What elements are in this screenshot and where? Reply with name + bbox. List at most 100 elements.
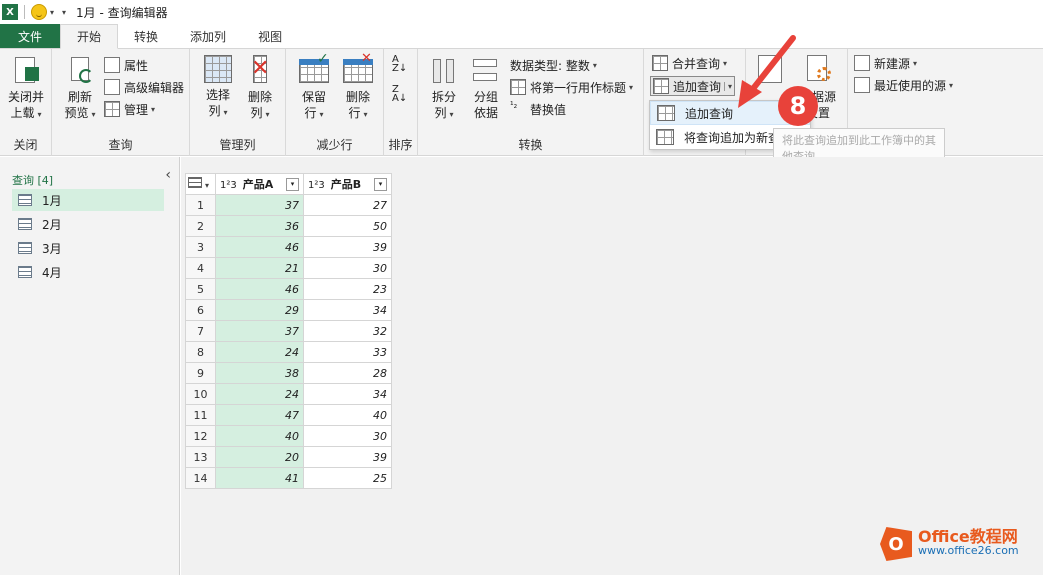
new-source-button[interactable]: 新建源 ▾ [854, 53, 917, 73]
refresh-preview-button[interactable]: 刷新 预览 ▾ [58, 55, 102, 123]
cell-product-a[interactable]: 37 [215, 320, 304, 342]
row-number[interactable]: 4 [185, 257, 216, 279]
cell-product-a[interactable]: 40 [215, 425, 304, 447]
row-number[interactable]: 13 [185, 446, 216, 468]
tab-transform[interactable]: 转换 [118, 24, 174, 48]
row-number[interactable]: 10 [185, 383, 216, 405]
table-row[interactable]: 10 24 34 [185, 383, 392, 405]
query-item-mar[interactable]: 3月 [12, 237, 164, 259]
sort-descending-button[interactable]: Z A↓ [392, 85, 407, 104]
cell-product-a[interactable]: 37 [215, 194, 304, 216]
cell-product-b[interactable]: 27 [303, 194, 392, 216]
table-row[interactable]: 1 37 27 [185, 194, 392, 216]
table-row[interactable]: 13 20 39 [185, 446, 392, 468]
cell-product-b[interactable]: 32 [303, 320, 392, 342]
row-number[interactable]: 9 [185, 362, 216, 384]
smiley-feedback-icon[interactable] [31, 4, 47, 20]
row-number[interactable]: 2 [185, 215, 216, 237]
cell-product-a[interactable]: 24 [215, 383, 304, 405]
feedback-dropdown-icon[interactable]: ▾ [50, 8, 54, 17]
append-queries-button[interactable]: 追加查询 ▾ [650, 76, 736, 96]
cell-product-b[interactable]: 33 [303, 341, 392, 363]
cell-product-a[interactable]: 36 [215, 215, 304, 237]
column-header-product-a[interactable]: 1²3 产品A ▾ [215, 173, 304, 195]
sort-ascending-button[interactable]: A Z↓ [392, 55, 407, 74]
table-menu-button[interactable]: ▾ [185, 173, 216, 195]
cell-product-b[interactable]: 39 [303, 446, 392, 468]
close-load-button[interactable]: 关闭并 上载 ▾ [4, 55, 48, 123]
keep-rows-button[interactable]: ✓ 保留 行 ▾ [292, 51, 336, 123]
append-queries-dropdown-icon[interactable]: ▾ [724, 81, 732, 91]
row-number[interactable]: 14 [185, 467, 216, 489]
row-number[interactable]: 6 [185, 299, 216, 321]
tab-file[interactable]: 文件 [0, 24, 61, 48]
integer-type-icon[interactable]: 1²3 [220, 180, 237, 191]
tab-view[interactable]: 视图 [242, 24, 298, 48]
collapse-panel-icon[interactable]: ‹ [165, 167, 171, 183]
cell-product-b[interactable]: 34 [303, 383, 392, 405]
table-row[interactable]: 6 29 34 [185, 299, 392, 321]
remove-columns-button[interactable]: ✕ 删除 列 ▾ [238, 55, 282, 123]
query-item-jan[interactable]: 1月 [12, 189, 164, 211]
cell-product-b[interactable]: 50 [303, 215, 392, 237]
cell-product-a[interactable]: 46 [215, 278, 304, 300]
filter-dropdown-icon[interactable]: ▾ [286, 177, 299, 191]
table-row[interactable]: 7 37 32 [185, 320, 392, 342]
table-icon [18, 194, 32, 206]
remove-rows-button[interactable]: ✕ 删除 行 ▾ [336, 51, 380, 123]
cell-product-b[interactable]: 40 [303, 404, 392, 426]
properties-button[interactable]: 属性 [104, 55, 148, 75]
cell-product-a[interactable]: 38 [215, 362, 304, 384]
first-row-header-button[interactable]: 将第一行用作标题 ▾ [510, 77, 633, 97]
row-number[interactable]: 8 [185, 341, 216, 363]
row-number[interactable]: 5 [185, 278, 216, 300]
column-header-product-b[interactable]: 1²3 产品B ▾ [303, 173, 392, 195]
integer-type-icon[interactable]: 1²3 [308, 180, 325, 191]
table-row[interactable]: 12 40 30 [185, 425, 392, 447]
cell-product-a[interactable]: 21 [215, 257, 304, 279]
choose-columns-button[interactable]: 选择 列 ▾ [196, 55, 240, 121]
group-by-button[interactable]: 分组 依据 [464, 55, 508, 121]
row-number[interactable]: 12 [185, 425, 216, 447]
query-item-apr[interactable]: 4月 [12, 261, 164, 283]
table-row[interactable]: 9 38 28 [185, 362, 392, 384]
row-number[interactable]: 11 [185, 404, 216, 426]
recent-sources-button[interactable]: 最近使用的源 ▾ [854, 75, 953, 95]
table-row[interactable]: 14 41 25 [185, 467, 392, 489]
split-column-button[interactable]: 拆分 列 ▾ [422, 55, 466, 123]
cell-product-b[interactable]: 39 [303, 236, 392, 258]
table-row[interactable]: 4 21 30 [185, 257, 392, 279]
cell-product-b[interactable]: 30 [303, 425, 392, 447]
table-row[interactable]: 3 46 39 [185, 236, 392, 258]
manage-button[interactable]: 管理 ▾ [104, 99, 155, 119]
close-group: 关闭并 上载 ▾ 关闭 [0, 49, 52, 156]
cell-product-a[interactable]: 47 [215, 404, 304, 426]
table-row[interactable]: 8 24 33 [185, 341, 392, 363]
manage-parameters-button[interactable] [748, 55, 792, 87]
cell-product-b[interactable]: 28 [303, 362, 392, 384]
cell-product-a[interactable]: 29 [215, 299, 304, 321]
row-number[interactable]: 1 [185, 194, 216, 216]
filter-dropdown-icon[interactable]: ▾ [374, 177, 387, 191]
quick-access-customize-icon[interactable]: ▾ [62, 8, 66, 17]
tab-home[interactable]: 开始 [60, 24, 119, 49]
query-item-feb[interactable]: 2月 [12, 213, 164, 235]
cell-product-a[interactable]: 24 [215, 341, 304, 363]
cell-product-a[interactable]: 46 [215, 236, 304, 258]
cell-product-b[interactable]: 23 [303, 278, 392, 300]
table-row[interactable]: 11 47 40 [185, 404, 392, 426]
cell-product-b[interactable]: 25 [303, 467, 392, 489]
replace-values-button[interactable]: ¹₂ 替换值 [510, 99, 566, 119]
data-type-dropdown[interactable]: 数据类型: 整数 ▾ [510, 55, 597, 75]
cell-product-b[interactable]: 30 [303, 257, 392, 279]
tab-add-column[interactable]: 添加列 [174, 24, 242, 48]
cell-product-a[interactable]: 41 [215, 467, 304, 489]
merge-queries-button[interactable]: 合并查询 ▾ [652, 53, 727, 73]
cell-product-b[interactable]: 34 [303, 299, 392, 321]
table-row[interactable]: 5 46 23 [185, 278, 392, 300]
table-row[interactable]: 2 36 50 [185, 215, 392, 237]
advanced-editor-button[interactable]: 高级编辑器 [104, 77, 184, 97]
cell-product-a[interactable]: 20 [215, 446, 304, 468]
row-number[interactable]: 3 [185, 236, 216, 258]
row-number[interactable]: 7 [185, 320, 216, 342]
